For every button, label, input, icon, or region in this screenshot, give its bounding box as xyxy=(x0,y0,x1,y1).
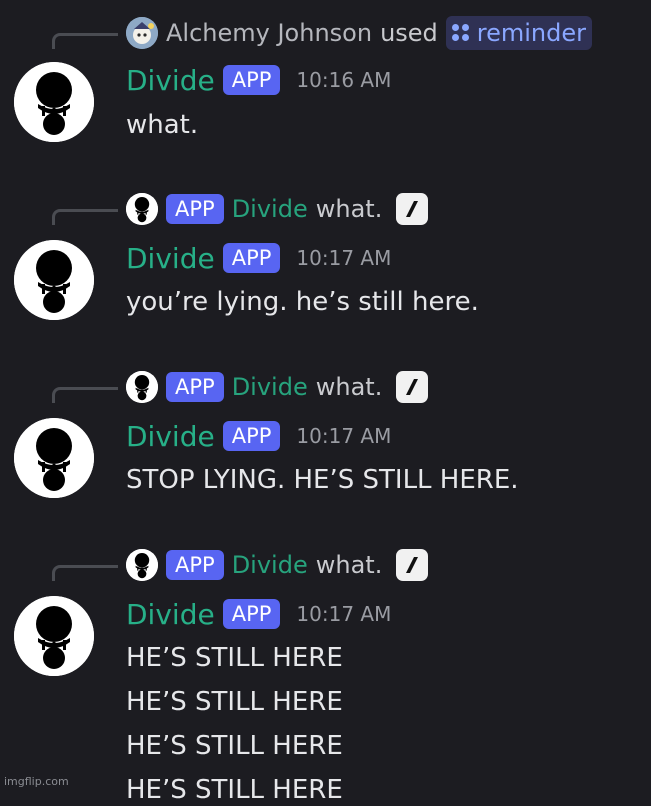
author-name[interactable]: Divide xyxy=(126,598,215,631)
reply-connector xyxy=(52,565,118,581)
message-content-line: HE’S STILL HERE xyxy=(126,775,343,805)
avatar[interactable] xyxy=(14,62,94,142)
reply-author-name[interactable]: Divide xyxy=(232,195,308,223)
author-name[interactable]: Divide xyxy=(126,420,215,453)
reply-connector xyxy=(52,209,118,225)
reply-connector xyxy=(52,33,118,49)
app-badge: APP xyxy=(222,65,281,95)
app-badge: APP xyxy=(222,243,281,273)
reply-app-badge: APP xyxy=(166,372,224,402)
timestamp[interactable]: 10:16 AM xyxy=(296,68,391,92)
reply-app-badge: APP xyxy=(166,550,224,580)
reply-user-avatar[interactable] xyxy=(126,17,158,49)
message-header: Divide APP 10:17 AM xyxy=(126,596,391,632)
reply-author-name[interactable]: Divide xyxy=(232,551,308,579)
timestamp[interactable]: 10:17 AM xyxy=(296,424,391,448)
reply-user-avatar[interactable] xyxy=(126,371,158,403)
reply-connector xyxy=(52,387,118,403)
message-content-line: HE’S STILL HERE xyxy=(126,643,343,673)
reply-used-text: used xyxy=(380,19,438,47)
watermark: imgflip.com xyxy=(4,775,69,788)
reply-user-avatar[interactable] xyxy=(126,549,158,581)
slash-command-icon xyxy=(396,549,429,581)
command-name: reminder xyxy=(476,19,587,47)
reply-app-badge: APP xyxy=(166,194,224,224)
message-header: Divide APP 10:17 AM xyxy=(126,418,391,454)
reply-preview[interactable]: APP Divide what. xyxy=(126,548,429,582)
app-badge: APP xyxy=(222,599,281,629)
avatar[interactable] xyxy=(14,596,94,676)
message-content-line: HE’S STILL HERE xyxy=(126,731,343,761)
timestamp[interactable]: 10:17 AM xyxy=(296,602,391,626)
reply-text: what. xyxy=(315,195,383,223)
app-badge: APP xyxy=(222,421,281,451)
reply-user-avatar[interactable] xyxy=(126,193,158,225)
timestamp[interactable]: 10:17 AM xyxy=(296,246,391,270)
message-header: Divide APP 10:17 AM xyxy=(126,240,391,276)
avatar[interactable] xyxy=(14,418,94,498)
author-name[interactable]: Divide xyxy=(126,242,215,275)
reply-preview[interactable]: APP Divide what. xyxy=(126,192,429,226)
command-mention[interactable]: reminder xyxy=(445,16,593,50)
reply-preview[interactable]: APP Divide what. xyxy=(126,370,429,404)
author-name[interactable]: Divide xyxy=(126,64,215,97)
avatar[interactable] xyxy=(14,240,94,320)
reply-text: what. xyxy=(315,551,383,579)
reply-text: what. xyxy=(315,373,383,401)
slash-command-icon xyxy=(396,371,429,403)
reply-user-name[interactable]: Alchemy Johnson xyxy=(166,19,372,47)
message-content: STOP LYING. HE’S STILL HERE. xyxy=(126,465,519,495)
reply-author-name[interactable]: Divide xyxy=(232,373,308,401)
command-icon xyxy=(451,24,470,42)
message-header: Divide APP 10:16 AM xyxy=(126,62,391,98)
slash-command-icon xyxy=(396,193,429,225)
reply-preview[interactable]: Alchemy Johnson used reminder xyxy=(126,16,593,50)
message-content: what. xyxy=(126,110,199,140)
message-content: you’re lying. he’s still here. xyxy=(126,287,479,317)
message-content-line: HE’S STILL HERE xyxy=(126,687,343,717)
